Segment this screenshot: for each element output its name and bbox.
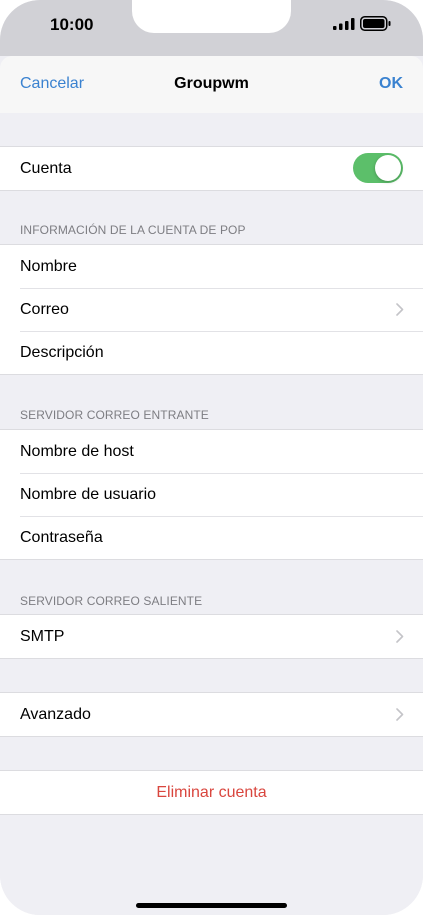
account-toggle[interactable] <box>353 153 403 183</box>
pop-section-header: INFORMACIÓN DE LA CUENTA DE POP <box>20 223 246 237</box>
status-time: 10:00 <box>50 15 94 34</box>
signal-icon <box>333 18 355 30</box>
battery-icon <box>360 16 391 31</box>
list-item-name[interactable]: Nombre <box>0 245 423 288</box>
chevron-right-icon <box>396 708 404 721</box>
outgoing-group: SMTP <box>0 614 423 659</box>
account-group: Cuenta <box>0 146 423 191</box>
status-bar: 10:00 <box>0 0 423 56</box>
phone-screen: 10:00 Cancelar Groupwm OK Cuenta INFORMA… <box>0 0 423 915</box>
list-item-smtp[interactable]: SMTP <box>0 615 423 658</box>
nav-bar: Cancelar Groupwm OK <box>0 56 423 113</box>
account-label: Cuenta <box>20 160 72 177</box>
home-indicator[interactable] <box>136 903 287 908</box>
advanced-group: Avanzado <box>0 692 423 737</box>
list-item-username[interactable]: Nombre de usuario <box>0 473 423 516</box>
chevron-right-icon <box>396 630 404 643</box>
ok-button[interactable]: OK <box>379 75 403 93</box>
toggle-knob <box>375 155 401 181</box>
list-item-hostname[interactable]: Nombre de host <box>0 430 423 473</box>
row-label: SMTP <box>20 628 65 645</box>
row-label: Nombre <box>20 258 77 275</box>
outgoing-section-header: SERVIDOR CORREO SALIENTE <box>20 594 203 608</box>
delete-account-button[interactable]: Eliminar cuenta <box>0 771 423 814</box>
incoming-group: Nombre de host Nombre de usuario Contras… <box>0 429 423 560</box>
delete-group: Eliminar cuenta <box>0 770 423 815</box>
chevron-right-icon <box>396 303 404 316</box>
row-label: Nombre de host <box>20 443 134 460</box>
delete-account-label: Eliminar cuenta <box>156 784 267 801</box>
page-title: Groupwm <box>174 75 249 92</box>
list-item-description[interactable]: Descripción <box>0 331 423 374</box>
row-label: Avanzado <box>20 706 91 723</box>
list-item-password[interactable]: Contraseña <box>0 516 423 559</box>
account-settings-sheet: Cancelar Groupwm OK Cuenta INFORMACIÓN D… <box>0 56 423 915</box>
row-label: Correo <box>20 301 69 318</box>
row-label: Nombre de usuario <box>20 486 157 503</box>
list-item-email[interactable]: Correo <box>0 288 423 331</box>
list-item-advanced[interactable]: Avanzado <box>0 693 423 736</box>
row-label: Contraseña <box>20 529 103 546</box>
pop-group: Nombre Correo Descripción <box>0 244 423 375</box>
account-row: Cuenta <box>0 147 423 190</box>
notch <box>132 0 291 33</box>
row-label: Descripción <box>20 344 104 361</box>
incoming-section-header: SERVIDOR CORREO ENTRANTE <box>20 408 209 422</box>
